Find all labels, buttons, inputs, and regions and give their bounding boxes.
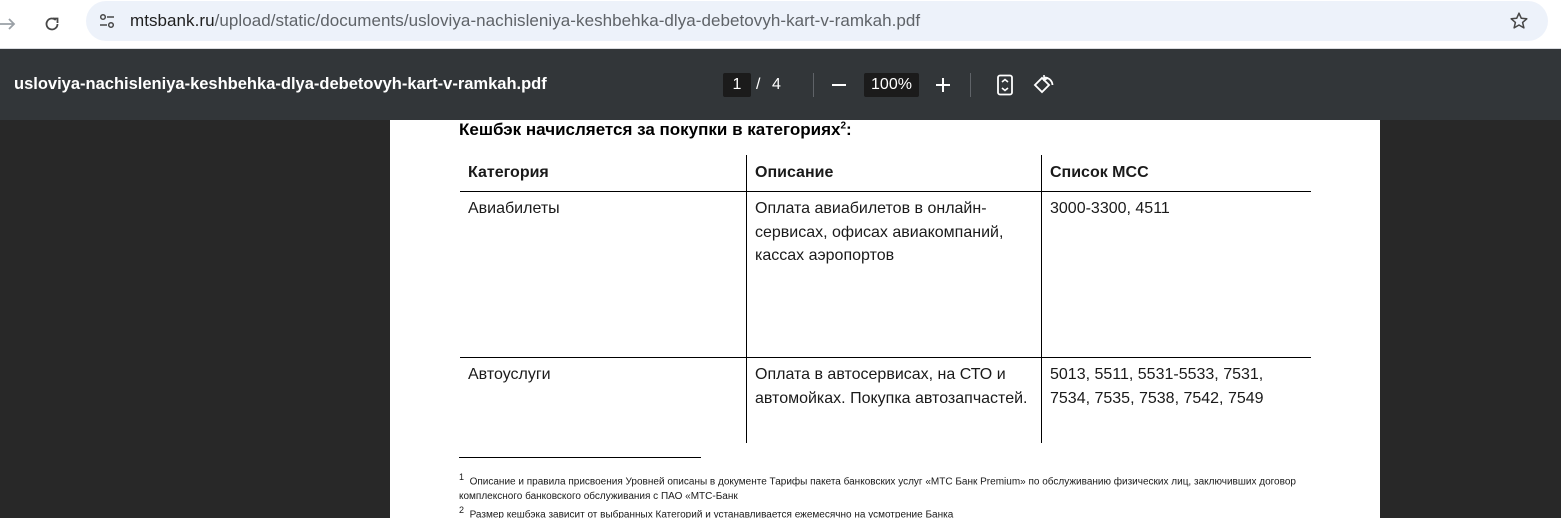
url-domain: mtsbank.ru — [130, 11, 215, 30]
arrow-forward-icon[interactable] — [0, 6, 26, 42]
footnote-text: Описание и правила присвоения Уровней оп… — [459, 476, 1296, 503]
cell-category: Автоуслуги — [468, 366, 551, 383]
url-text: mtsbank.ru/upload/static/documents/uslov… — [130, 11, 920, 31]
cashback-categories-table: Категория Описание Список МСС Авиабилеты… — [460, 155, 1311, 443]
table-row: Автоуслуги Оплата в автосервисах, на СТО… — [460, 357, 1311, 443]
column-header-mcc: Список МСС — [1041, 155, 1311, 192]
document-heading: Кешбэк начисляется за покупки в категори… — [459, 120, 852, 140]
site-info-icon[interactable] — [92, 6, 122, 36]
bookmark-star-icon[interactable] — [1504, 6, 1534, 36]
column-header-category: Категория — [460, 155, 747, 192]
url-path: /upload/static/documents/usloviya-nachis… — [214, 11, 921, 30]
pdf-title: usloviya-nachisleniya-keshbehka-dlya-deb… — [14, 75, 547, 93]
reload-icon[interactable] — [34, 6, 70, 42]
heading-text: Кешбэк начисляется за покупки в категори… — [459, 120, 841, 139]
pdf-page: Кешбэк начисляется за покупки в категори… — [390, 120, 1380, 518]
cell-description: Оплата авиабилетов в онлайн-сервисах, оф… — [746, 191, 1042, 358]
toolbar-divider — [970, 73, 971, 97]
page-separator: / — [756, 76, 761, 93]
browser-toolbar: mtsbank.ru/upload/static/documents/uslov… — [0, 0, 1561, 49]
zoom-level-input[interactable]: 100% — [864, 73, 919, 97]
page-total: 4 — [772, 76, 781, 93]
footnote: 2 Размер кешбэка зависит от выбранных Ка… — [459, 503, 1319, 518]
zoom-in-icon[interactable] — [927, 69, 959, 101]
zoom-out-icon[interactable] — [823, 69, 855, 101]
rotate-icon[interactable] — [1028, 69, 1060, 101]
heading-colon: : — [846, 120, 852, 139]
cell-mcc: 5013, 5511, 5531-5533, 7531, 7534, 7535,… — [1041, 357, 1311, 443]
fit-page-icon[interactable] — [989, 69, 1021, 101]
footnote-divider — [459, 457, 701, 458]
cell-description: Оплата в автосервисах, на СТО и автомойк… — [746, 357, 1042, 443]
page-number-input[interactable]: 1 — [723, 73, 751, 97]
footnote-number: 1 — [459, 472, 465, 482]
pdf-toolbar: usloviya-nachisleniya-keshbehka-dlya-deb… — [0, 49, 1561, 120]
cell-category: Авиабилеты — [460, 191, 747, 358]
footnote: 1 Описание и правила присвоения Уровней … — [459, 470, 1319, 504]
toolbar-divider — [813, 73, 814, 97]
address-bar[interactable]: mtsbank.ru/upload/static/documents/uslov… — [86, 1, 1548, 41]
footnote-number: 2 — [459, 505, 465, 515]
column-header-description: Описание — [746, 155, 1042, 192]
table-row: Авиабилеты Оплата авиабилетов в онлайн-с… — [460, 191, 1311, 358]
footnote-text: Размер кешбэка зависит от выбранных Кате… — [469, 509, 954, 518]
cell-mcc: 3000-3300, 4511 — [1041, 191, 1311, 358]
table-header-row: Категория Описание Список МСС — [460, 155, 1311, 192]
